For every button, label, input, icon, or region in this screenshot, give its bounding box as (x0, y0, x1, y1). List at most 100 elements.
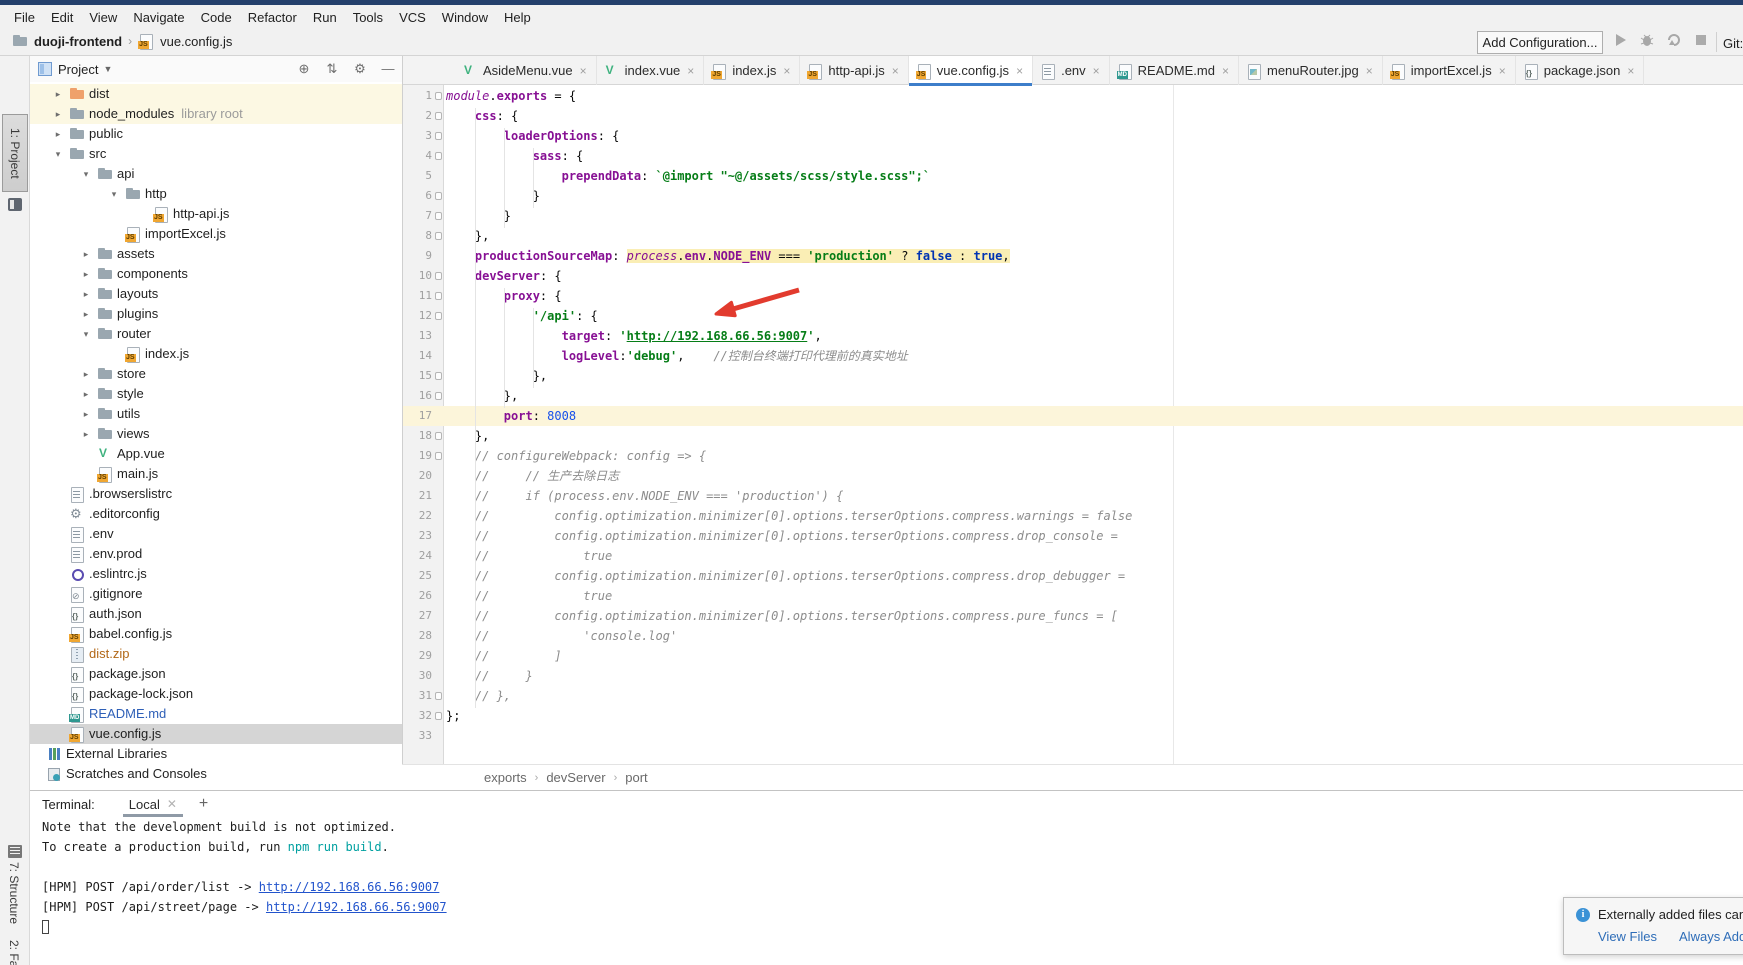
code-line-1[interactable]: 1module.exports = { (403, 86, 1743, 106)
tree-item-babel-config-js[interactable]: babel.config.js (30, 624, 402, 644)
chevron-right-icon[interactable]: ▸ (53, 109, 63, 120)
code-line-8[interactable]: 8 }, (403, 226, 1743, 246)
terminal-link[interactable]: http://192.168.66.56:9007 (266, 900, 447, 914)
breadcrumb-item-exports[interactable]: exports (484, 770, 527, 785)
settings-icon[interactable]: ⚙ (352, 61, 368, 77)
code-line-18[interactable]: 18 }, (403, 426, 1743, 446)
tree-item-store[interactable]: ▸store (30, 364, 402, 384)
add-configuration-button[interactable]: Add Configuration... (1477, 31, 1603, 54)
terminal-tab-local[interactable]: Local ✕ (123, 791, 183, 817)
menu-item-window[interactable]: Window (434, 7, 496, 28)
structure-icon[interactable] (8, 845, 22, 858)
code-line-14[interactable]: 14 logLevel:'debug', //控制台终端打印代理前的真实地址 (403, 346, 1743, 366)
chevron-down-icon[interactable]: ▼ (103, 64, 112, 74)
fold-open-icon[interactable] (435, 152, 442, 160)
project-panel-title[interactable]: Project (58, 62, 98, 77)
code-line-13[interactable]: 13 target: 'http://192.168.66.56:9007', (403, 326, 1743, 346)
terminal-output[interactable]: Note that the development build is not o… (42, 817, 447, 937)
fold-open-icon[interactable] (435, 452, 442, 460)
tree-item-utils[interactable]: ▸utils (30, 404, 402, 424)
tree-item-importexcel-js[interactable]: importExcel.js (30, 224, 402, 244)
stop-icon[interactable] (1695, 34, 1707, 46)
stripe-tab-project[interactable]: 1: Project (2, 114, 28, 192)
editor-tab-asidemenu-vue[interactable]: AsideMenu.vue× (455, 56, 597, 85)
close-icon[interactable]: × (892, 64, 899, 78)
fold-open-icon[interactable] (435, 292, 442, 300)
tree-item-readme-md[interactable]: README.md (30, 704, 402, 724)
code-line-15[interactable]: 15 }, (403, 366, 1743, 386)
code-area[interactable]: 1module.exports = {2 css: {3 loaderOptio… (403, 86, 1743, 746)
project-tool-icon[interactable] (8, 198, 22, 211)
fold-close-icon[interactable] (435, 432, 442, 440)
breadcrumb-item-devserver[interactable]: devServer (546, 770, 605, 785)
close-icon[interactable]: × (1366, 64, 1373, 78)
code-line-3[interactable]: 3 loaderOptions: { (403, 126, 1743, 146)
coverage-icon[interactable] (1667, 33, 1682, 47)
code-line-19[interactable]: 19 // configureWebpack: config => { (403, 446, 1743, 466)
close-icon[interactable]: × (1093, 64, 1100, 78)
close-icon[interactable]: × (1222, 64, 1229, 78)
menu-item-vcs[interactable]: VCS (391, 7, 434, 28)
breadcrumb-file[interactable]: vue.config.js (160, 34, 232, 49)
chevron-right-icon[interactable]: ▸ (81, 369, 91, 380)
tree-item--env[interactable]: .env (30, 524, 402, 544)
tree-item-public[interactable]: ▸public (30, 124, 402, 144)
chevron-down-icon[interactable]: ▾ (53, 149, 63, 160)
editor-tab-importexcel-js[interactable]: importExcel.js× (1383, 56, 1516, 85)
tree-item-plugins[interactable]: ▸plugins (30, 304, 402, 324)
close-icon[interactable]: × (580, 64, 587, 78)
tree-item--env-prod[interactable]: .env.prod (30, 544, 402, 564)
menu-item-code[interactable]: Code (193, 7, 240, 28)
close-icon[interactable]: × (687, 64, 694, 78)
code-line-10[interactable]: 10 devServer: { (403, 266, 1743, 286)
fold-close-icon[interactable] (435, 192, 442, 200)
git-label[interactable]: Git: (1723, 36, 1743, 51)
fold-close-icon[interactable] (435, 712, 442, 720)
editor-tab-http-api-js[interactable]: http-api.js× (800, 56, 908, 85)
fold-open-icon[interactable] (435, 132, 442, 140)
fold-open-icon[interactable] (435, 92, 442, 100)
fold-close-icon[interactable] (435, 372, 442, 380)
code-line-22[interactable]: 22 // config.optimization.minimizer[0].o… (403, 506, 1743, 526)
debug-icon[interactable] (1640, 33, 1654, 47)
code-line-31[interactable]: 31 // }, (403, 686, 1743, 706)
code-line-16[interactable]: 16 }, (403, 386, 1743, 406)
editor-tab-vue-config-js[interactable]: vue.config.js× (909, 56, 1033, 85)
tree-item-package-json[interactable]: package.json (30, 664, 402, 684)
run-icon[interactable] (1615, 33, 1627, 47)
view-files-link[interactable]: View Files (1598, 929, 1657, 944)
fold-close-icon[interactable] (435, 212, 442, 220)
chevron-right-icon[interactable]: ▸ (81, 409, 91, 420)
menu-item-view[interactable]: View (81, 7, 125, 28)
breadcrumb-project[interactable]: duoji-frontend (34, 34, 122, 49)
chevron-right-icon[interactable]: ▸ (81, 269, 91, 280)
tree-item-external-libraries[interactable]: External Libraries (30, 744, 402, 764)
code-line-30[interactable]: 30 // } (403, 666, 1743, 686)
menu-item-navigate[interactable]: Navigate (125, 7, 192, 28)
code-line-26[interactable]: 26 // true (403, 586, 1743, 606)
chevron-right-icon[interactable]: ▸ (81, 429, 91, 440)
code-line-23[interactable]: 23 // config.optimization.minimizer[0].o… (403, 526, 1743, 546)
tree-item-src[interactable]: ▾src (30, 144, 402, 164)
code-line-4[interactable]: 4 sass: { (403, 146, 1743, 166)
chevron-right-icon[interactable]: ▸ (81, 309, 91, 320)
close-icon[interactable]: × (783, 64, 790, 78)
code-line-6[interactable]: 6 } (403, 186, 1743, 206)
tree-item-router[interactable]: ▾router (30, 324, 402, 344)
chevron-right-icon[interactable]: ▸ (81, 289, 91, 300)
collapse-all-icon[interactable]: ⇅ (324, 61, 340, 77)
code-line-29[interactable]: 29 // ] (403, 646, 1743, 666)
close-icon[interactable]: × (1016, 64, 1023, 78)
editor-tab-menurouter-jpg[interactable]: menuRouter.jpg× (1239, 56, 1383, 85)
tree-item-style[interactable]: ▸style (30, 384, 402, 404)
hide-icon[interactable]: — (380, 61, 396, 77)
terminal-link[interactable]: http://192.168.66.56:9007 (259, 880, 440, 894)
breadcrumb-item-port[interactable]: port (625, 770, 647, 785)
menu-item-edit[interactable]: Edit (43, 7, 81, 28)
stripe-tab-favorites[interactable]: 2: Favorites (7, 940, 21, 965)
menu-item-run[interactable]: Run (305, 7, 345, 28)
tree-item-http-api-js[interactable]: http-api.js (30, 204, 402, 224)
fold-open-icon[interactable] (435, 312, 442, 320)
chevron-right-icon[interactable]: ▸ (53, 89, 63, 100)
tree-item-package-lock-json[interactable]: package-lock.json (30, 684, 402, 704)
